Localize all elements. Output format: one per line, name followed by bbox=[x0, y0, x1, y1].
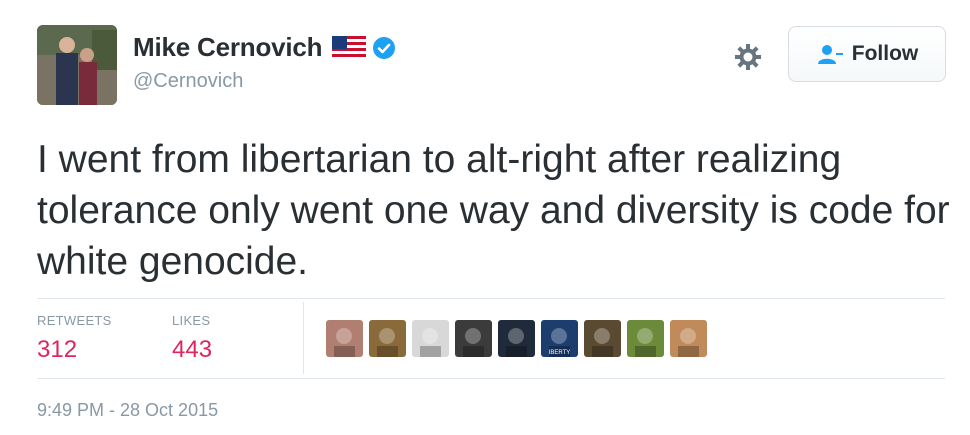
follow-button[interactable]: Follow bbox=[788, 26, 946, 82]
display-name[interactable]: Mike Cernovich bbox=[133, 32, 323, 63]
user-handle[interactable]: @Cernovich bbox=[133, 70, 243, 93]
liker-3-avatar[interactable] bbox=[412, 320, 449, 357]
liker-8-avatar[interactable] bbox=[627, 320, 664, 357]
user-avatar[interactable] bbox=[37, 25, 117, 105]
likes-label: LIKES bbox=[172, 313, 211, 328]
liker-2-avatar[interactable] bbox=[369, 320, 406, 357]
verified-badge-icon bbox=[372, 36, 396, 60]
retweets-stat[interactable]: RETWEETS 312 bbox=[37, 313, 112, 364]
retweets-count: 312 bbox=[37, 336, 78, 363]
tweet-text: I went from libertarian to alt-right aft… bbox=[37, 138, 950, 283]
name-row: Mike Cernovich bbox=[133, 32, 396, 63]
liker-5-avatar[interactable] bbox=[498, 320, 535, 357]
liker-avatars: IBERTY bbox=[326, 320, 713, 357]
follow-label: Follow bbox=[851, 42, 919, 65]
liker-caption: IBERTY bbox=[549, 350, 571, 356]
liker-6-avatar[interactable]: IBERTY bbox=[541, 320, 578, 357]
gear-icon[interactable] bbox=[733, 42, 763, 72]
liker-9-avatar[interactable] bbox=[670, 320, 707, 357]
liker-7-avatar[interactable] bbox=[584, 320, 621, 357]
likes-stat[interactable]: LIKES 443 bbox=[172, 313, 212, 364]
us-flag-icon bbox=[332, 35, 367, 60]
add-user-icon bbox=[816, 43, 844, 65]
retweets-label: RETWEETS bbox=[37, 313, 112, 328]
tweet-card: Mike Cernovich @Cernovich Follow I went … bbox=[0, 0, 970, 435]
stats-divider-bottom bbox=[37, 378, 945, 379]
liker-4-avatar[interactable] bbox=[455, 320, 492, 357]
stats-separator bbox=[303, 302, 304, 374]
likes-count: 443 bbox=[172, 336, 213, 363]
stats-divider-top bbox=[37, 298, 945, 299]
liker-1-avatar[interactable] bbox=[326, 320, 363, 357]
tweet-timestamp[interactable]: 9:49 PM - 28 Oct 2015 bbox=[37, 400, 218, 421]
